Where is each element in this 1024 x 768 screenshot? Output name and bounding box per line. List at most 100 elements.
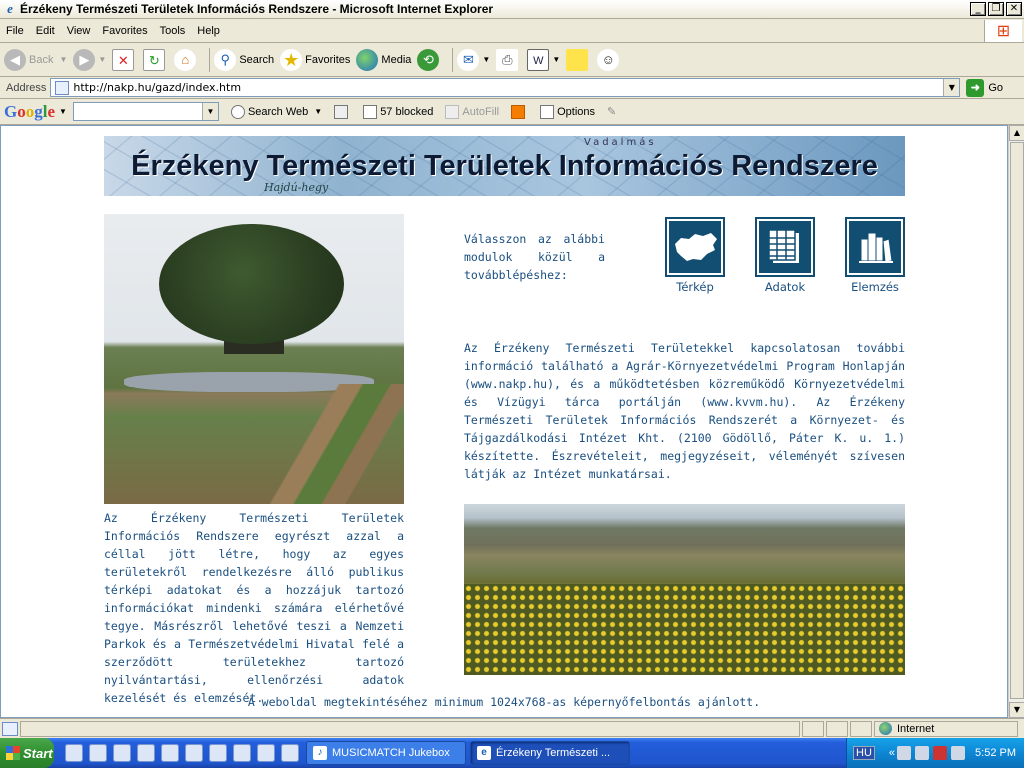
close-button[interactable]: ✕ [1006,2,1022,16]
favorites-button[interactable]: ★ Favorites [280,48,350,71]
banner-map-label: Vadalmás [584,137,657,148]
address-url[interactable]: http://nakp.hu/gazd/index.htm [73,81,241,94]
page-viewport: Vadalmás Érzékeny Természeti Területek I… [0,125,1008,718]
tray-expand-icon[interactable]: « [889,747,895,759]
stop-button[interactable]: ✕ [112,48,137,71]
history-icon: ⟲ [417,48,440,71]
mail-dropdown-icon[interactable]: ▼ [482,55,490,64]
quicklaunch-app-icon[interactable] [161,744,179,762]
blogger-button[interactable] [511,104,528,119]
quicklaunch-ie-icon[interactable] [137,744,155,762]
page-icon [55,80,70,95]
options-button[interactable]: Options [540,104,595,119]
scroll-up-icon[interactable]: ▲ [1009,125,1024,141]
menu-favorites[interactable]: Favorites [96,25,153,37]
taskbar-item-musicmatch[interactable]: ♪ MUSICMATCH Jukebox [306,741,466,765]
address-dropdown-icon[interactable]: ▼ [943,79,960,96]
search-icon: ⚲ [214,48,237,71]
google-logo[interactable]: Google [4,102,55,122]
print-button[interactable]: ⎙ [496,48,521,71]
module-label[interactable]: Adatok [754,280,816,294]
module-elemzes[interactable]: Elemzés [844,217,906,294]
module-label[interactable]: Térkép [664,280,726,294]
autofill-icon [445,104,460,119]
history-button[interactable]: ⟲ [417,48,442,71]
messenger-person-icon: ☺ [597,48,620,71]
scroll-down-icon[interactable]: ▼ [1009,702,1024,718]
star-icon: ★ [280,48,303,71]
quick-launch [62,744,302,762]
quicklaunch-app-icon[interactable] [257,744,275,762]
forward-button[interactable]: ▶ ▼ [73,48,106,71]
language-indicator[interactable]: HU [853,746,875,760]
google-toolbar: Google ▼ ▼ Search Web ▼ 57 blocked AutoF… [0,99,1024,125]
banner-title: Érzékeny Természeti Területek Információ… [131,150,878,182]
address-bar: Address http://nakp.hu/gazd/index.htm ▼ … [0,77,1024,99]
pencil-button[interactable]: ✎ [607,105,616,118]
tray-app-icon[interactable] [915,746,930,760]
forward-dropdown-icon[interactable]: ▼ [98,55,106,64]
back-button[interactable]: ◀ Back ▼ [4,48,67,71]
quicklaunch-app-icon[interactable] [89,744,107,762]
start-button[interactable]: Start [0,738,54,768]
internet-globe-icon [879,722,892,735]
dirt-road-shape [244,384,404,504]
mail-button[interactable]: ✉ ▼ [457,48,490,71]
google-search-input[interactable]: ▼ [72,102,219,121]
quicklaunch-app-icon[interactable] [281,744,299,762]
search-web-button[interactable]: Search Web ▼ [230,104,322,119]
maximize-button[interactable]: ❐ [988,2,1004,16]
google-search-dropdown-icon[interactable]: ▼ [201,103,218,120]
taskbar-item-ie[interactable]: e Érzékeny Természeti ... [470,741,630,765]
autofill-button[interactable]: AutoFill [445,104,499,119]
search-web-dropdown-icon[interactable]: ▼ [314,107,322,116]
news-button[interactable] [334,104,351,119]
menu-file[interactable]: File [0,25,30,37]
search-button[interactable]: ⚲ Search [214,48,274,71]
vertical-scrollbar[interactable]: ▲ ▼ [1008,125,1024,718]
quicklaunch-app-icon[interactable] [113,744,131,762]
binoculars-icon [230,104,245,119]
ie-logo-icon: e [477,746,491,760]
refresh-button[interactable]: ↻ [143,48,168,71]
options-icon [540,104,555,119]
go-button[interactable]: ➜ Go [966,78,1003,97]
address-input[interactable]: http://nakp.hu/gazd/index.htm ▼ [50,78,961,97]
edit-button[interactable]: W ▼ [527,48,560,71]
discuss-button[interactable] [566,48,591,71]
analysis-books-icon[interactable] [845,217,905,277]
quicklaunch-app-icon[interactable] [185,744,203,762]
home-button[interactable]: ⌂ [174,48,199,71]
tray-meter-icon[interactable] [933,746,948,760]
media-button[interactable]: Media [356,48,411,71]
module-adatok[interactable]: Adatok [754,217,816,294]
status-bar: Internet [0,718,1024,738]
quicklaunch-app-icon[interactable] [233,744,251,762]
menu-help[interactable]: Help [191,25,226,37]
menu-view[interactable]: View [61,25,97,37]
menu-edit[interactable]: Edit [30,25,61,37]
task-label: Érzékeny Természeti ... [496,747,611,759]
zone-label: Internet [897,722,935,735]
menu-tools[interactable]: Tools [154,25,192,37]
minimize-button[interactable]: _ [970,2,986,16]
edit-dropdown-icon[interactable]: ▼ [552,55,560,64]
data-sheet-icon[interactable] [755,217,815,277]
messenger-button[interactable]: ☺ [597,48,622,71]
clock[interactable]: 5:52 PM [975,747,1016,759]
quicklaunch-app-icon[interactable] [209,744,227,762]
popup-blocker-button[interactable]: 57 blocked [363,104,433,119]
sunflower-field-photo [464,504,905,675]
tray-app-icon[interactable] [897,746,912,760]
tray-speaker-icon[interactable] [951,746,966,760]
scroll-thumb[interactable] [1010,142,1024,699]
google-menu-dropdown-icon[interactable]: ▼ [59,107,67,116]
sunflowers-texture [464,584,905,675]
hungary-map-icon[interactable] [665,217,725,277]
status-cell [826,720,848,737]
module-terkep[interactable]: Térkép [664,217,726,294]
quicklaunch-app-icon[interactable] [65,744,83,762]
module-label[interactable]: Elemzés [844,280,906,294]
back-dropdown-icon[interactable]: ▼ [59,55,67,64]
menu-bar: File Edit View Favorites Tools Help [0,19,1024,43]
